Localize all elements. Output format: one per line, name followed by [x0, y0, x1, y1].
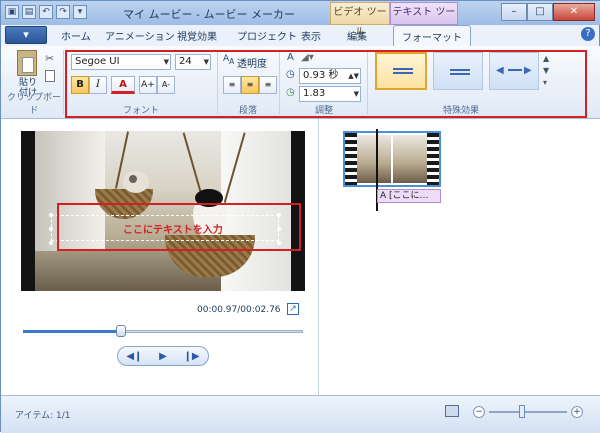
film-strip-right: [427, 133, 439, 185]
maximize-button[interactable]: □: [527, 3, 553, 21]
cat-left: [123, 171, 149, 193]
seek-bar-progress: [23, 330, 121, 333]
save-icon[interactable]: ▤: [22, 5, 36, 19]
ribbon-tabs: ▾ ホーム アニメーション 視覚効果 プロジェクト 表示 編集 フォーマット ?: [1, 25, 600, 46]
play-icon[interactable]: ▶: [159, 351, 167, 362]
resize-handle[interactable]: [49, 213, 53, 217]
film-strip-left: [345, 133, 357, 185]
zoom-in-button[interactable]: +: [571, 406, 583, 418]
items-count: アイテム: 1/1: [15, 411, 71, 421]
redo-icon[interactable]: ↷: [56, 5, 70, 19]
clip-thumbnail: [393, 135, 427, 183]
timecode: 00:00.97/00:02.76: [197, 305, 281, 315]
storyboard-pane: A [ここに…: [319, 119, 600, 395]
seek-thumb[interactable]: [116, 325, 126, 337]
zoom-out-button[interactable]: −: [473, 406, 485, 418]
tab-animation[interactable]: アニメーション: [105, 28, 175, 43]
preview-pane: ここにテキストを入力 00:00.97/00:02.76 ↗ ◀❙ ▶ ❙▶: [1, 119, 319, 395]
ribbon: 貼り付け ✂ クリップボード Segoe UI ▼ 24 ▼ B I A A+ A-…: [1, 46, 600, 119]
cat-left-marking: [129, 175, 137, 183]
video-preview[interactable]: ここにテキストを入力: [21, 131, 305, 291]
expand-icon[interactable]: ↗: [287, 303, 299, 315]
next-frame-icon[interactable]: ❙▶: [184, 351, 200, 362]
help-icon[interactable]: ?: [581, 27, 595, 41]
tab-project[interactable]: プロジェクト: [237, 28, 297, 43]
minimize-button[interactable]: –: [501, 3, 527, 21]
thumbnail-size-icon[interactable]: [445, 405, 459, 417]
zoom-slider-thumb[interactable]: [519, 405, 525, 418]
highlight-box-ribbon: [65, 50, 587, 118]
highlight-box-caption: [57, 203, 301, 251]
movie-maker-window: ▣ ▤ ↶ ↷ ▾ マイ ムービー - ムービー メーカー ビデオ ツール テキ…: [0, 0, 600, 433]
title-bar: ▣ ▤ ↶ ↷ ▾ マイ ムービー - ムービー メーカー ビデオ ツール テキ…: [1, 1, 600, 38]
resize-handle[interactable]: [49, 227, 53, 231]
app-menu-icon[interactable]: ▣: [5, 5, 19, 19]
status-bar: アイテム: 1/1 − +: [1, 395, 600, 433]
clipboard-group-label: クリップボード: [6, 93, 61, 116]
close-button[interactable]: ✕: [553, 3, 595, 21]
cut-icon[interactable]: ✂: [45, 52, 54, 65]
zoom-slider[interactable]: [489, 411, 567, 413]
window-controls: – □ ✕: [501, 3, 595, 21]
file-menu-button[interactable]: ▾: [5, 26, 47, 44]
clip-thumbnail: [357, 135, 391, 183]
paste-icon[interactable]: [17, 50, 37, 76]
playback-controls: ◀❙ ▶ ❙▶: [117, 346, 209, 366]
tab-home[interactable]: ホーム: [61, 28, 91, 43]
window-title: マイ ムービー - ムービー メーカー: [123, 8, 295, 21]
tab-edit[interactable]: 編集: [347, 28, 367, 43]
caption-clip[interactable]: A [ここに…: [377, 189, 441, 203]
copy-icon[interactable]: [45, 70, 55, 82]
context-tab-video-tools: ビデオ ツール: [330, 2, 390, 38]
tab-format[interactable]: フォーマット: [393, 25, 471, 46]
resize-handle[interactable]: [49, 241, 53, 245]
quick-access-toolbar: ▣ ▤ ↶ ↷ ▾: [5, 5, 87, 19]
tab-view[interactable]: 表示: [301, 28, 321, 43]
context-tab-text-tools: テキスト ツール: [390, 2, 458, 38]
group-separator: [63, 50, 64, 114]
previous-frame-icon[interactable]: ◀❙: [126, 351, 142, 362]
undo-icon[interactable]: ↶: [39, 5, 53, 19]
customize-icon[interactable]: ▾: [73, 5, 87, 19]
video-clip[interactable]: [343, 131, 441, 187]
tab-visual-effects[interactable]: 視覚効果: [177, 28, 217, 43]
